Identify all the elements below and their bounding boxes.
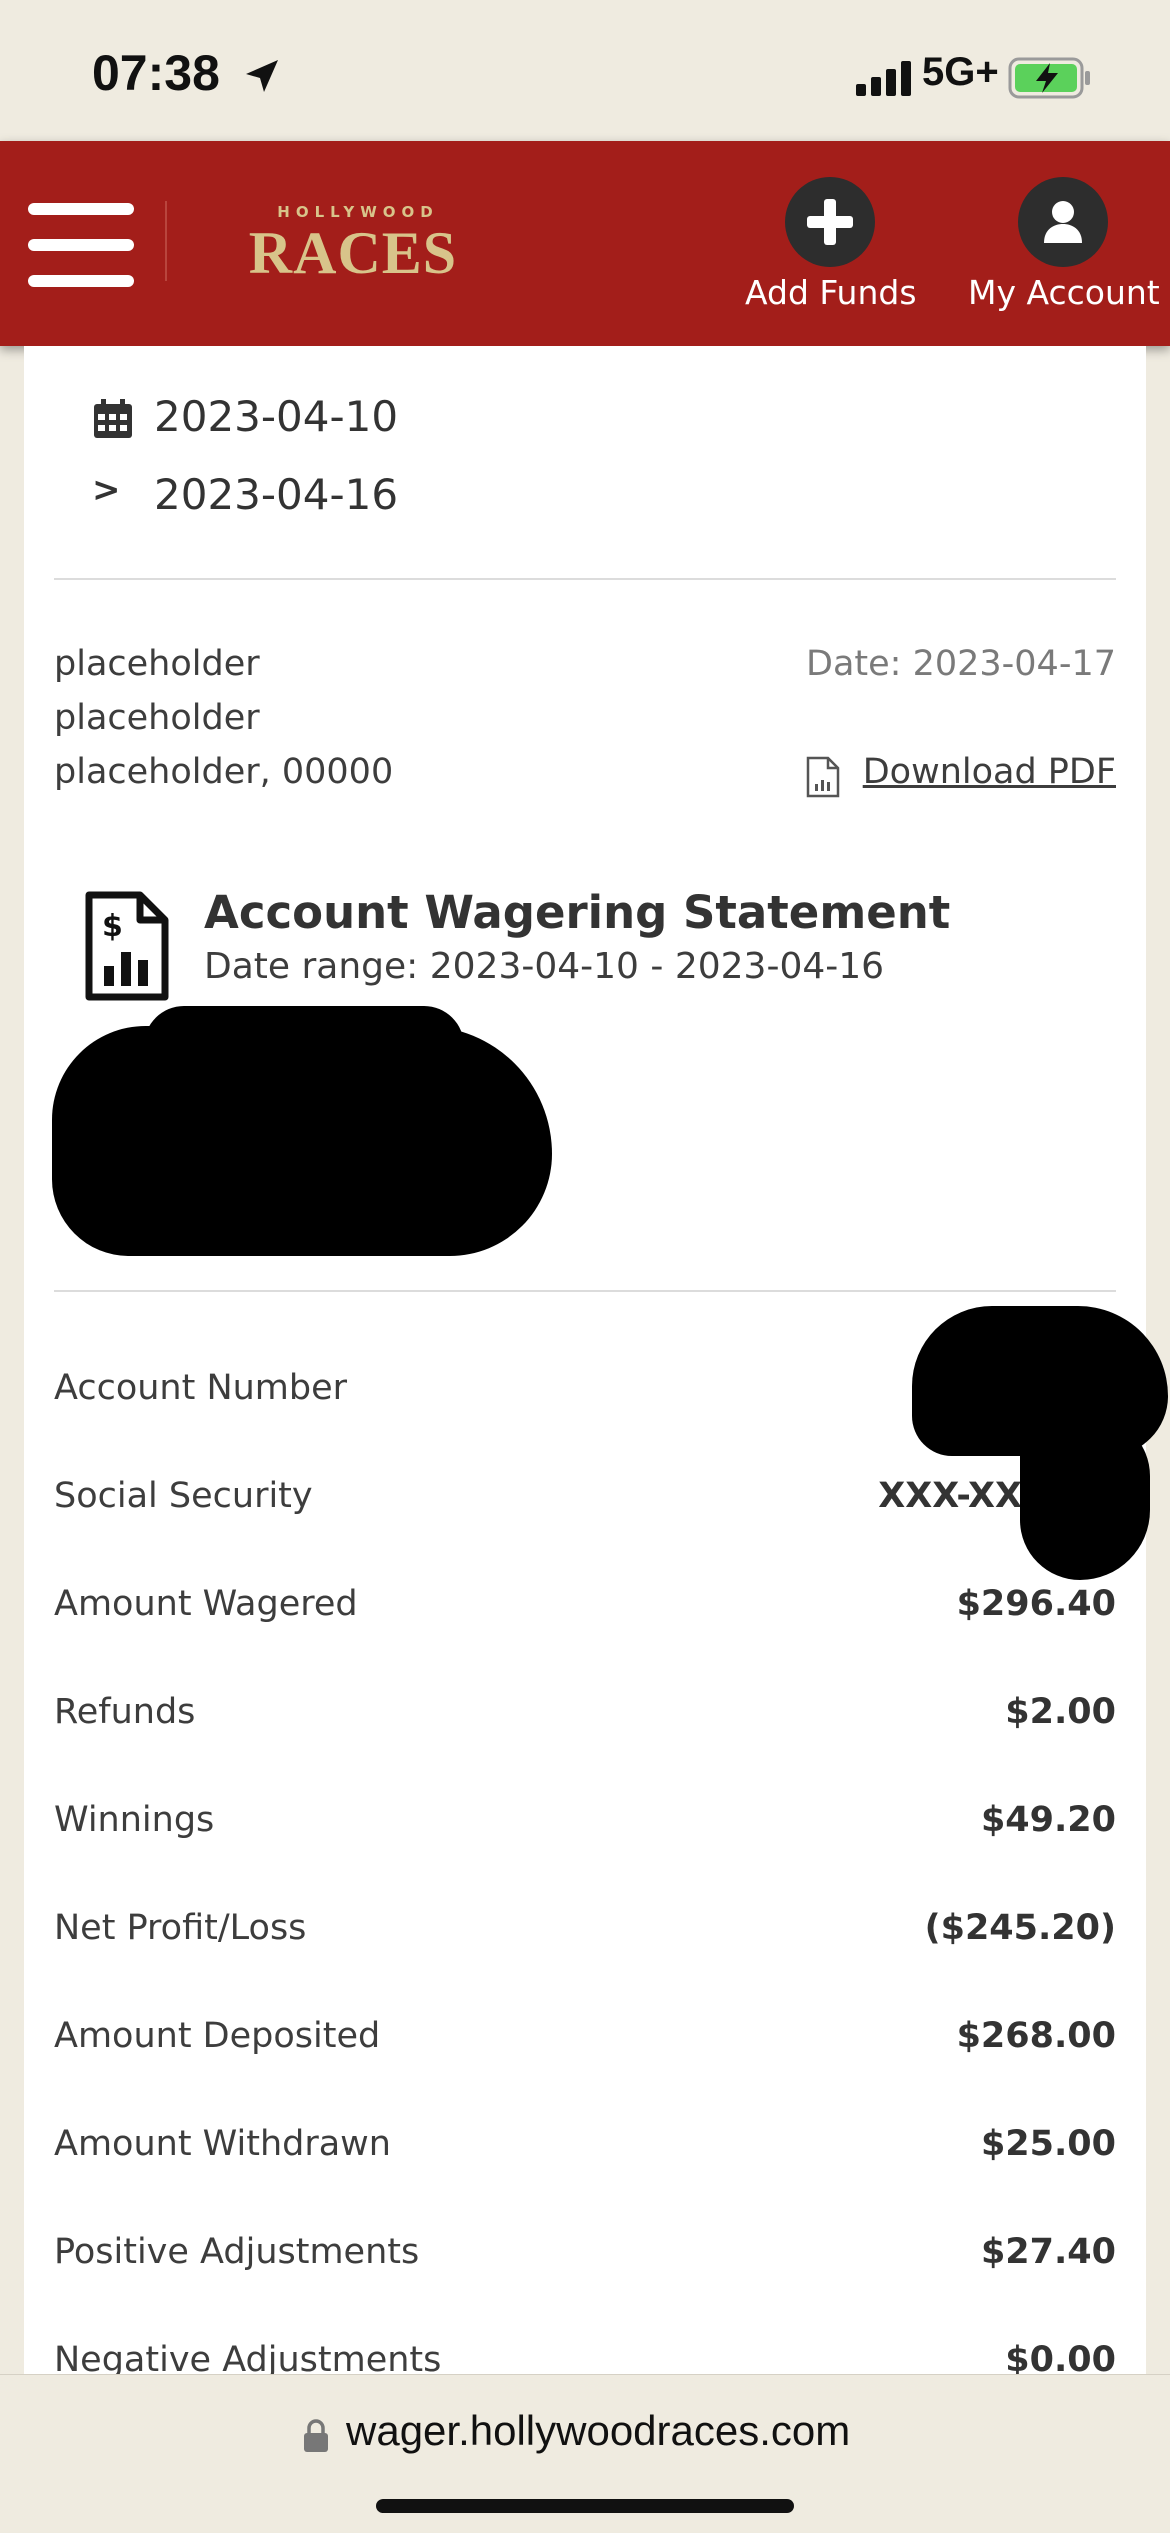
statement-title: Account Wagering Statement: [204, 886, 951, 939]
range-arrow: >: [92, 470, 121, 510]
summary-row-net-profit-loss: Net Profit/Loss ($245.20): [54, 1908, 1116, 1948]
lock-icon: [304, 2419, 328, 2452]
redacted-area: [1020, 1416, 1150, 1580]
summary-row-refunds: Refunds $2.00: [54, 1692, 1116, 1732]
summary-row-winnings: Winnings $49.20: [54, 1800, 1116, 1840]
my-account-label: My Account: [968, 273, 1160, 312]
summary-row-amount-deposited: Amount Deposited $268.00: [54, 2016, 1116, 2056]
battery-charging-icon: [1008, 57, 1090, 99]
location-arrow-icon: [246, 60, 278, 92]
address-line-3: placeholder, 00000: [54, 752, 394, 792]
date-start-value: 2023-04-10: [154, 392, 399, 441]
signal-bars-icon: [856, 61, 911, 96]
download-pdf-link[interactable]: Download PDF: [863, 752, 1116, 792]
home-indicator[interactable]: [376, 2499, 794, 2513]
summary-row-amount-withdrawn: Amount Withdrawn $25.00: [54, 2124, 1116, 2164]
statement-card: 2023-04-10 > 2023-04-16 placeholder plac…: [24, 346, 1168, 2374]
add-funds-button[interactable]: Add Funds: [745, 177, 917, 312]
statement-document-icon: $: [85, 891, 169, 1001]
summary-row-negative-adjustments: Negative Adjustments $0.00: [54, 2340, 1116, 2374]
user-icon: [1044, 201, 1082, 243]
browser-url-bar[interactable]: wager.hollywoodraces.com: [0, 2374, 1170, 2533]
header-divider: [165, 201, 167, 281]
url-text[interactable]: wager.hollywoodraces.com: [346, 2407, 850, 2455]
summary-row-social-security: Social Security XXX-XX: [54, 1476, 1022, 1516]
app-header: HOLLYWOOD RACES Add Funds My Account: [0, 141, 1170, 346]
add-funds-label: Add Funds: [745, 273, 917, 312]
network-label: 5G+: [922, 50, 999, 94]
divider: [54, 1290, 1116, 1292]
menu-button[interactable]: [28, 203, 134, 287]
summary-row-amount-wagered: Amount Wagered $296.40: [54, 1584, 1116, 1624]
pdf-file-icon[interactable]: [806, 756, 840, 798]
summary-row-positive-adjustments: Positive Adjustments $27.40: [54, 2232, 1116, 2272]
address-line-2: placeholder: [54, 698, 260, 738]
status-bar: 07:38 5G+: [0, 0, 1170, 141]
statement-date-range: Date range: 2023-04-10 - 2023-04-16: [204, 946, 885, 987]
statement-date: Date: 2023-04-17: [806, 644, 1116, 684]
calendar-icon: [94, 399, 132, 438]
redacted-area: [144, 1006, 464, 1086]
divider: [54, 578, 1116, 580]
status-time: 07:38: [92, 45, 220, 101]
my-account-button[interactable]: My Account: [968, 177, 1160, 312]
hollywood-races-logo[interactable]: HOLLYWOOD RACES: [238, 203, 468, 286]
address-line-1: placeholder: [54, 644, 260, 684]
date-end-value: 2023-04-16: [154, 470, 399, 519]
plus-icon: [807, 199, 853, 245]
svg-text:$: $: [102, 909, 123, 944]
